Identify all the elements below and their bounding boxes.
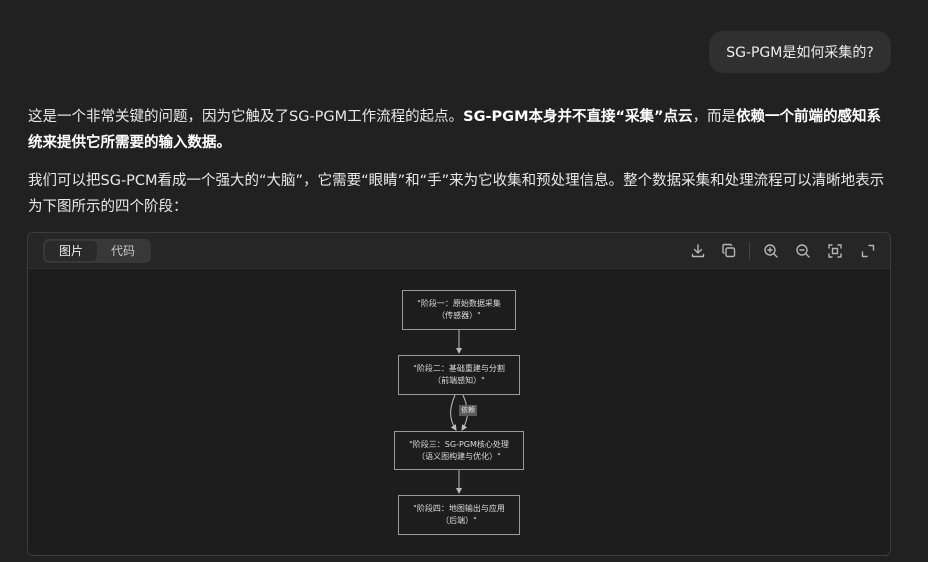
view-toggle: 图片 代码 xyxy=(43,239,151,263)
zoom-in-icon[interactable] xyxy=(762,242,780,260)
node-3-line-2: （语义图构建与优化）" xyxy=(417,451,501,461)
node-4-line-1: "阶段四：地图输出与应用 xyxy=(413,504,505,513)
user-message-bubble: SG-PGM是如何采集的? xyxy=(709,31,891,73)
diagram-viewer: 图片 代码 "阶段一：原始数据采集 （传感器）" "阶段二：基础重建与分割 （前… xyxy=(27,232,891,556)
viewer-toolbar: 图片 代码 xyxy=(28,233,890,269)
node-1-line-2: （传感器）" xyxy=(437,311,481,320)
edge-label-dependency: 依赖 xyxy=(459,405,477,416)
diagram-node-stage-1: "阶段一：原始数据采集 （传感器）" xyxy=(402,290,516,330)
toolbar-divider xyxy=(749,242,750,260)
node-2-line-2: （前端感知）" xyxy=(433,376,485,385)
user-message-text: SG-PGM是如何采集的? xyxy=(726,45,874,61)
edge-2-3-left xyxy=(450,394,457,431)
node-2-line-1: "阶段二：基础重建与分割 xyxy=(413,364,505,373)
diagram-canvas[interactable]: "阶段一：原始数据采集 （传感器）" "阶段二：基础重建与分割 （前端感知）" … xyxy=(28,269,890,555)
node-1-line-1: "阶段一：原始数据采集 xyxy=(417,299,501,308)
tab-image[interactable]: 图片 xyxy=(45,241,97,261)
copy-icon[interactable] xyxy=(720,242,738,260)
answer-paragraph-2: 我们可以把SG-PCM看成一个强大的“大脑”，它需要“眼睛”和“手”来为它收集和… xyxy=(28,173,885,215)
download-icon[interactable] xyxy=(689,242,707,260)
answer-p1-bold-1: SG-PGM本身并不直接“采集”点云 xyxy=(463,109,693,125)
node-4-line-2: （后端）" xyxy=(441,516,477,525)
fullscreen-icon[interactable] xyxy=(859,242,877,260)
diagram-node-stage-4: "阶段四：地图输出与应用 （后端）" xyxy=(398,495,520,535)
diagram-node-stage-2: "阶段二：基础重建与分割 （前端感知）" xyxy=(398,355,520,395)
fit-screen-icon[interactable] xyxy=(826,242,844,260)
answer-p1-connector: ，而是 xyxy=(692,109,737,125)
answer-paragraph-1: 这是一个非常关键的问题，因为它触及了SG-PGM工作流程的起点。SG-PGM本身… xyxy=(28,104,892,156)
answer-p1-intro: 这是一个非常关键的问题，因为它触及了SG-PGM工作流程的起点。 xyxy=(28,109,464,125)
zoom-out-icon[interactable] xyxy=(794,242,812,260)
diagram-node-stage-3: "阶段三：SG-PGM核心处理 （语义图构建与优化）" xyxy=(394,431,524,470)
tab-code[interactable]: 代码 xyxy=(97,241,149,261)
node-3-line-1: "阶段三：SG-PGM核心处理 xyxy=(409,439,509,449)
